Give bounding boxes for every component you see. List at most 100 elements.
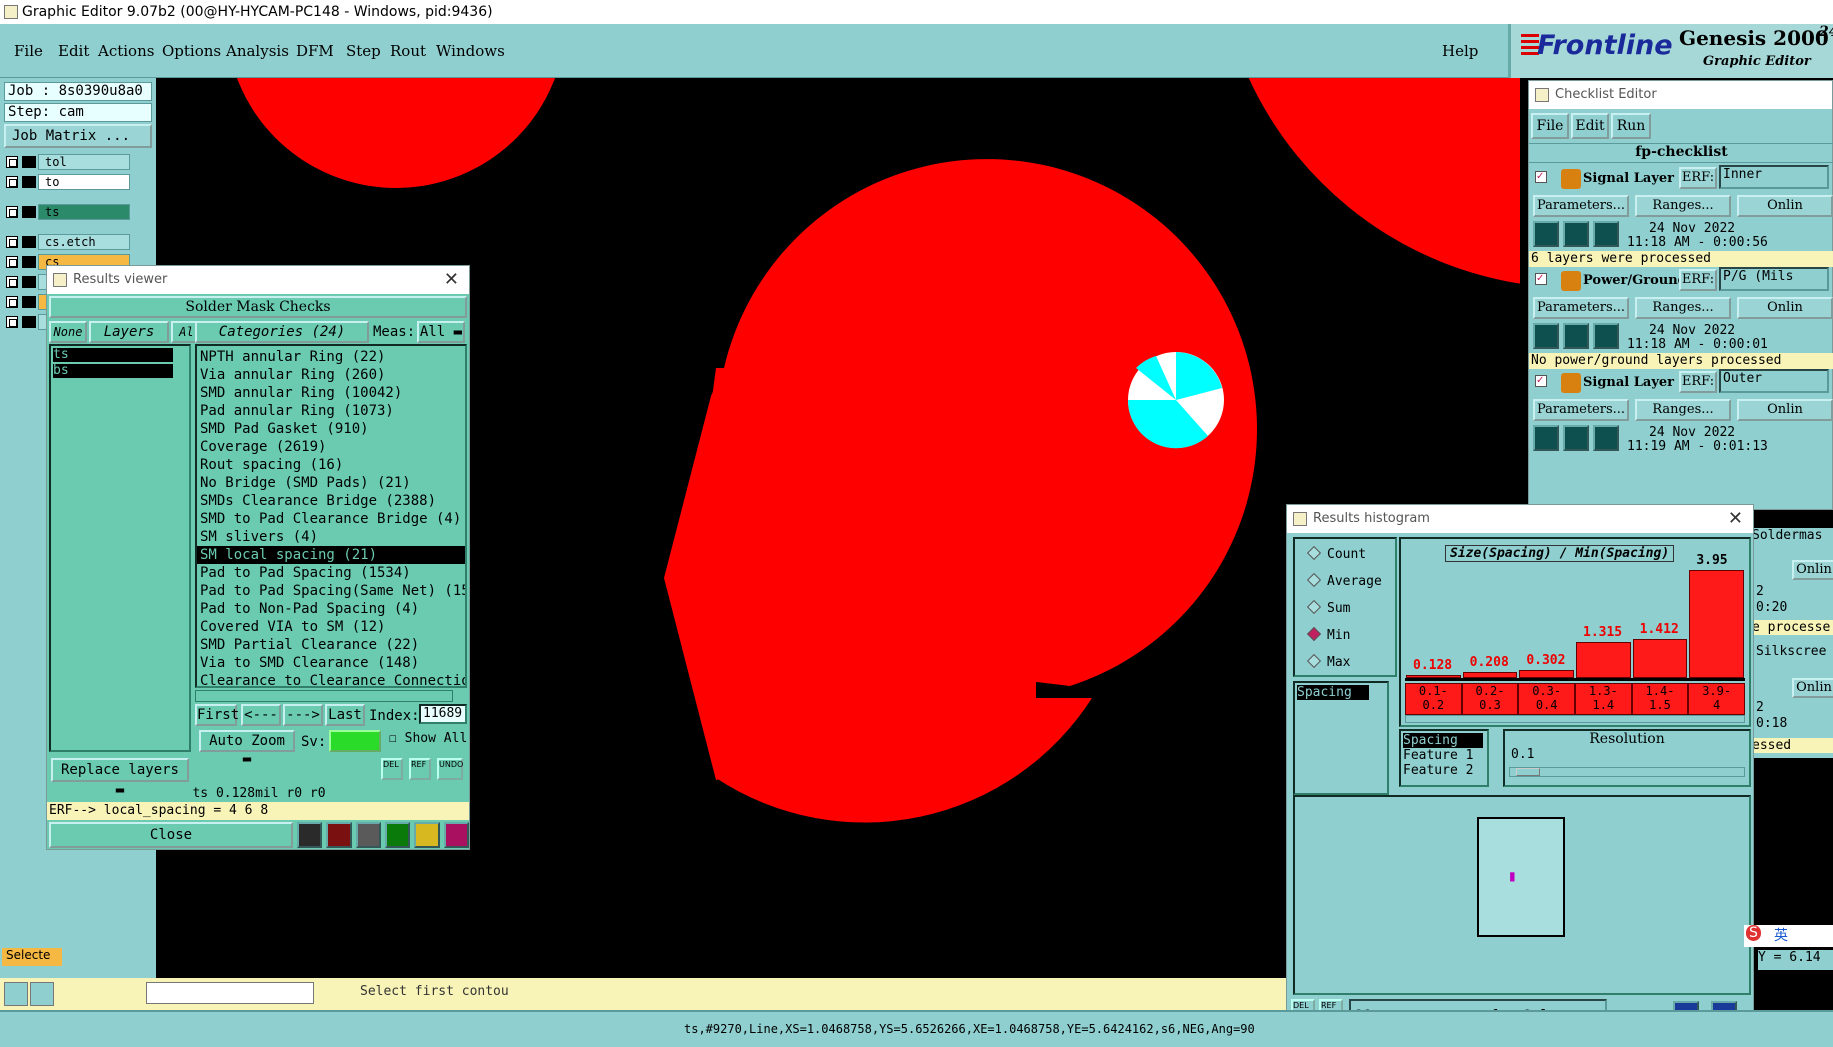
chart-icon[interactable] bbox=[297, 822, 323, 848]
item-checkbox[interactable]: ✓ bbox=[1535, 273, 1547, 285]
category-item[interactable]: Coverage (2619) bbox=[197, 438, 465, 456]
histogram-bar[interactable] bbox=[1462, 672, 1518, 678]
online-button[interactable]: Onlin bbox=[1737, 297, 1833, 319]
field-list[interactable]: Spacing Feature 1 Feature 2 bbox=[1399, 729, 1489, 787]
cross-icon[interactable] bbox=[355, 822, 381, 848]
category-item[interactable]: Via to SMD Clearance (148) bbox=[197, 654, 465, 672]
close-button[interactable]: Close bbox=[49, 822, 293, 848]
none-button[interactable]: None bbox=[49, 321, 87, 343]
histogram-bar[interactable] bbox=[1689, 570, 1744, 678]
online-button[interactable]: Onlin bbox=[1737, 195, 1833, 217]
field-item[interactable]: Feature 1 bbox=[1403, 748, 1487, 763]
layer-name[interactable]: ts bbox=[38, 204, 130, 220]
checklist-menu-file[interactable]: File bbox=[1531, 113, 1569, 139]
next-button[interactable]: ---> bbox=[283, 704, 323, 726]
parameters-button[interactable]: Parameters... bbox=[1533, 399, 1629, 421]
ranges-button[interactable]: Ranges... bbox=[1635, 297, 1731, 319]
sv-color-select[interactable] bbox=[329, 730, 381, 752]
category-item[interactable]: SMD to Pad Clearance Bridge (4) bbox=[197, 510, 465, 528]
replace-layers-select[interactable]: Replace layers ▬ bbox=[51, 758, 189, 798]
category-item[interactable]: Via annular Ring (260) bbox=[197, 366, 465, 384]
field-item[interactable]: Spacing bbox=[1403, 733, 1483, 748]
erf-value[interactable]: Outer bbox=[1719, 369, 1829, 393]
measure-list-item[interactable]: Spacing bbox=[1297, 685, 1369, 700]
report-icon[interactable] bbox=[414, 822, 440, 848]
erf-button[interactable]: ERF: bbox=[1679, 167, 1717, 189]
layer-checkbox[interactable] bbox=[6, 316, 18, 328]
online-button[interactable]: Onlin bbox=[1737, 399, 1833, 421]
erf-button[interactable]: ERF: bbox=[1679, 269, 1717, 291]
category-item[interactable]: Rout spacing (16) bbox=[197, 456, 465, 474]
category-item[interactable]: Pad to Pad Spacing(Same Net) (157 bbox=[197, 582, 465, 600]
last-button[interactable]: Last bbox=[325, 704, 365, 726]
parameters-button[interactable]: Parameters... bbox=[1533, 297, 1629, 319]
tool-icon[interactable] bbox=[30, 982, 54, 1006]
layer-results-list[interactable]: ts bs bbox=[49, 344, 191, 752]
layer-list-item[interactable]: bs bbox=[53, 364, 173, 378]
histogram-icon[interactable] bbox=[443, 822, 469, 848]
close-icon[interactable]: ✕ bbox=[444, 266, 459, 294]
categories-list[interactable]: NPTH annular Ring (22) Via annular Ring (… bbox=[195, 344, 467, 688]
layer-row[interactable]: ts bbox=[6, 204, 130, 220]
categories-button[interactable]: Categories (24) bbox=[195, 321, 369, 343]
run-icon[interactable] bbox=[1533, 323, 1559, 349]
menu-step[interactable]: Step bbox=[346, 42, 381, 60]
layer-row[interactable]: tol bbox=[6, 154, 130, 170]
category-item[interactable]: Pad annular Ring (1073) bbox=[197, 402, 465, 420]
command-input[interactable] bbox=[146, 982, 314, 1004]
category-item[interactable]: Pad to Pad Spacing (1534) bbox=[197, 564, 465, 582]
layer-checkbox[interactable] bbox=[6, 176, 18, 188]
menu-rout[interactable]: Rout bbox=[390, 42, 426, 60]
del-button[interactable]: DEL bbox=[381, 758, 403, 780]
menu-windows[interactable]: Windows bbox=[436, 42, 505, 60]
run-icon[interactable] bbox=[1563, 425, 1589, 451]
histogram-bar[interactable] bbox=[1632, 639, 1688, 678]
layer-name[interactable]: tol bbox=[38, 154, 130, 170]
category-item[interactable]: SM local spacing (21) bbox=[197, 546, 465, 564]
item-checkbox[interactable]: ✓ bbox=[1535, 375, 1547, 387]
category-item[interactable]: SMD annular Ring (10042) bbox=[197, 384, 465, 402]
ranges-button[interactable]: Ranges... bbox=[1635, 399, 1731, 421]
layer-checkbox[interactable] bbox=[6, 256, 18, 268]
sum-radio[interactable]: Sum bbox=[1309, 601, 1350, 616]
run-icon[interactable] bbox=[1593, 221, 1619, 247]
online-button[interactable]: Onlin bbox=[1792, 560, 1833, 580]
ref-button[interactable]: REF bbox=[409, 758, 431, 780]
first-button[interactable]: First bbox=[195, 704, 239, 726]
layer-checkbox[interactable] bbox=[6, 276, 18, 288]
close-icon[interactable]: ✕ bbox=[1728, 505, 1743, 533]
categories-hscrollbar[interactable] bbox=[195, 690, 453, 702]
category-item[interactable]: SMD Partial Clearance (22) bbox=[197, 636, 465, 654]
min-radio[interactable]: Min bbox=[1309, 628, 1350, 643]
parameters-button[interactable]: Parameters... bbox=[1533, 195, 1629, 217]
measure-list[interactable]: Spacing bbox=[1293, 681, 1389, 795]
histogram-bar[interactable] bbox=[1519, 670, 1574, 678]
menu-analysis[interactable]: Analysis bbox=[226, 42, 289, 60]
tool-icon[interactable] bbox=[4, 982, 28, 1006]
field-item[interactable]: Feature 2 bbox=[1403, 763, 1487, 778]
job-matrix-button[interactable]: Job Matrix ... bbox=[4, 124, 152, 148]
run-icon[interactable] bbox=[1593, 425, 1619, 451]
layer-row[interactable]: to bbox=[6, 174, 130, 190]
category-item[interactable]: Clearance to Clearance Connection bbox=[197, 672, 465, 686]
menu-help[interactable]: Help bbox=[1442, 42, 1478, 60]
run-icon[interactable] bbox=[1533, 425, 1559, 451]
stop-icon[interactable] bbox=[326, 822, 352, 848]
slider-thumb[interactable] bbox=[1516, 768, 1540, 776]
max-radio[interactable]: Max bbox=[1309, 655, 1350, 670]
erf-value[interactable]: Inner bbox=[1719, 165, 1829, 189]
category-item[interactable]: No Bridge (SMD Pads) (21) bbox=[197, 474, 465, 492]
run-icon[interactable] bbox=[1593, 323, 1619, 349]
meas-select[interactable]: All ▬ bbox=[417, 321, 465, 343]
chart-hscrollbar[interactable] bbox=[1405, 715, 1745, 723]
menu-options[interactable]: Options bbox=[162, 42, 221, 60]
run-icon[interactable] bbox=[1533, 221, 1559, 247]
category-item[interactable]: Pad to Non-Pad Spacing (4) bbox=[197, 600, 465, 618]
category-item[interactable]: Covered VIA to SM (12) bbox=[197, 618, 465, 636]
prev-button[interactable]: <--- bbox=[241, 704, 281, 726]
menu-dfm[interactable]: DFM bbox=[296, 42, 334, 60]
layer-checkbox[interactable] bbox=[6, 296, 18, 308]
erf-button[interactable]: ERF: bbox=[1679, 371, 1717, 393]
number-icon[interactable] bbox=[384, 822, 411, 848]
checklist-menu-edit[interactable]: Edit bbox=[1571, 113, 1609, 139]
